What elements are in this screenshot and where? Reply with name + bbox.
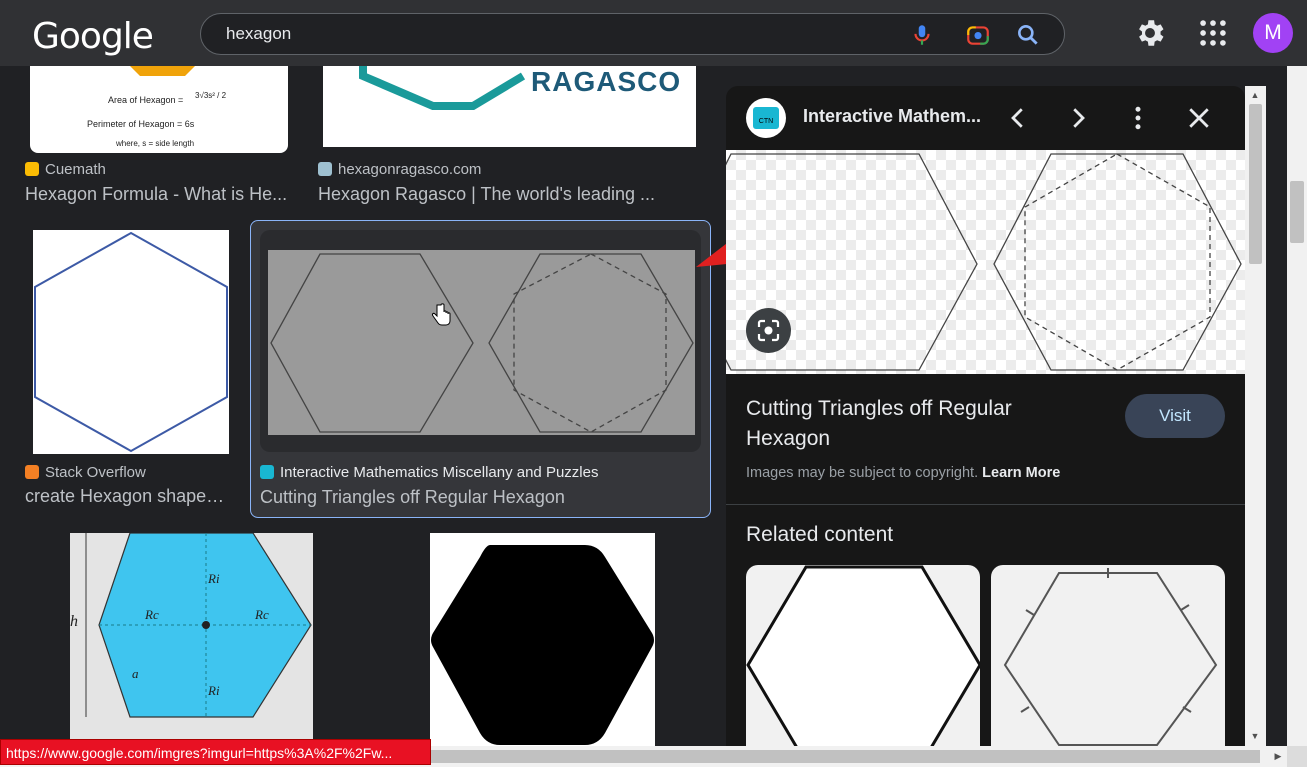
- ragasco-brand-text: RAGASCO: [531, 66, 682, 97]
- site-logo-text: CTN: [753, 107, 779, 129]
- source-label: Cuemath: [45, 161, 106, 178]
- result-title-ragasco[interactable]: Hexagon Ragasco | The world's leading ..…: [318, 184, 663, 205]
- result-thumbnail-cutting-triangles[interactable]: [268, 250, 695, 435]
- close-icon[interactable]: [1184, 103, 1214, 133]
- result-title-cuemath[interactable]: Hexagon Formula - What is He...: [25, 184, 290, 205]
- visit-button[interactable]: Visit: [1125, 394, 1225, 438]
- center-point: [202, 621, 210, 629]
- cuemath-favicon: [25, 162, 39, 176]
- next-chevron-icon[interactable]: [1063, 103, 1093, 133]
- hexagon-outline: [746, 565, 980, 746]
- panel-header: CTN Interactive Mathem...: [726, 86, 1245, 150]
- search-box[interactable]: [200, 13, 1065, 55]
- page-scrollbar-thumb[interactable]: [1290, 181, 1304, 243]
- hexagon-right: [993, 153, 1242, 371]
- label-h: h: [70, 613, 78, 630]
- label-a: a: [132, 666, 139, 681]
- related-item-1[interactable]: [746, 565, 980, 746]
- hexagon-dashed: [1024, 153, 1211, 371]
- result-thumbnail-black-hexagon[interactable]: [430, 533, 655, 746]
- result-thumbnail-stackoverflow[interactable]: [33, 230, 229, 454]
- hexagon-dashed: [513, 253, 667, 433]
- search-input[interactable]: [226, 22, 876, 46]
- scroll-right-icon[interactable]: ▶: [1273, 751, 1283, 761]
- panel-image-title[interactable]: Cutting Triangles off Regular Hexagon: [746, 394, 1076, 454]
- hexagon-fragment: [130, 66, 195, 76]
- related-item-2[interactable]: [991, 565, 1225, 746]
- apps-grid-icon[interactable]: [1196, 16, 1230, 50]
- result-thumbnail-cuemath[interactable]: Area of Hexagon = 3√3s² / 2 Perimeter of…: [30, 66, 288, 153]
- top-bar: Google M: [0, 0, 1307, 66]
- source-label: hexagonragasco.com: [338, 161, 482, 178]
- microphone-icon[interactable]: [909, 22, 935, 48]
- settings-gear-icon[interactable]: [1133, 16, 1167, 50]
- related-content-heading: Related content: [746, 523, 894, 546]
- label-ri-top: Ri: [208, 571, 220, 586]
- ragasco-logo-shape: [359, 66, 526, 110]
- lens-search-icon: [757, 319, 780, 342]
- result-source-cuemath[interactable]: Cuemath: [25, 161, 106, 178]
- result-source-stackoverflow[interactable]: Stack Overflow: [25, 464, 146, 481]
- result-thumbnail-ragasco[interactable]: RAGASCO: [323, 66, 696, 147]
- copyright-notice: Images may be subject to copyright. Lear…: [746, 465, 1060, 481]
- hexagon-left: [270, 253, 474, 433]
- google-logo[interactable]: Google: [32, 16, 154, 57]
- panel-scrollbar-thumb[interactable]: [1249, 104, 1262, 264]
- source-label: Interactive Mathematics Miscellany and P…: [280, 464, 599, 481]
- result-title-stackoverflow[interactable]: create Hexagon shape ...: [25, 486, 225, 507]
- formula-area-label: Area of Hexagon =: [108, 95, 184, 105]
- image-preview-panel: CTN Interactive Mathem... Cutting Triang…: [726, 86, 1245, 746]
- previous-chevron-icon[interactable]: [1003, 103, 1033, 133]
- panel-divider: [726, 504, 1245, 505]
- stackoverflow-favicon: [25, 465, 39, 479]
- label-ri-bottom: Ri: [208, 683, 220, 698]
- panel-scrollbar[interactable]: ▲ ▼: [1245, 86, 1266, 746]
- hexagon-ticked: [1003, 572, 1218, 746]
- account-avatar[interactable]: M: [1253, 13, 1293, 53]
- copyright-text: Images may be subject to copyright.: [746, 465, 979, 481]
- google-lens-icon[interactable]: [965, 22, 991, 48]
- hand-cursor-icon: [431, 303, 451, 326]
- result-title-imm[interactable]: Cutting Triangles off Regular Hexagon: [260, 487, 700, 508]
- result-card-selected[interactable]: Interactive Mathematics Miscellany and P…: [250, 220, 711, 518]
- label-rc-left: Rc: [145, 607, 159, 622]
- imm-favicon: [260, 465, 274, 479]
- scroll-up-icon[interactable]: ▲: [1250, 90, 1260, 100]
- formula-area-value: 3√3s² / 2: [195, 91, 227, 100]
- search-icon[interactable]: [1015, 22, 1041, 48]
- hexagon-black-rounded: [431, 545, 654, 745]
- hexagon-right: [488, 253, 694, 433]
- panel-site-name[interactable]: Interactive Mathem...: [803, 106, 981, 127]
- status-bar-url: https://www.google.com/imgres?imgurl=htt…: [0, 739, 431, 765]
- image-results-grid: Area of Hexagon = 3√3s² / 2 Perimeter of…: [0, 66, 720, 746]
- source-label: Stack Overflow: [45, 464, 146, 481]
- scroll-down-icon[interactable]: ▼: [1250, 731, 1260, 741]
- result-thumbnail-blue-hexagon[interactable]: h Ri Rc Rc a Ri: [70, 533, 313, 746]
- site-logo[interactable]: CTN: [746, 98, 786, 138]
- scrollbar-corner: [1287, 746, 1307, 767]
- formula-note: where, s = side length: [116, 139, 195, 148]
- result-source-ragasco[interactable]: hexagonragasco.com: [318, 161, 481, 178]
- visual-search-button[interactable]: [746, 308, 791, 353]
- ragasco-favicon: [318, 162, 332, 176]
- page-scrollbar[interactable]: [1287, 66, 1307, 746]
- hexagon-outline: [34, 231, 228, 453]
- more-options-icon[interactable]: [1123, 103, 1153, 133]
- learn-more-link[interactable]: Learn More: [982, 465, 1060, 481]
- formula-perimeter: Perimeter of Hexagon = 6s: [87, 119, 195, 129]
- result-source-imm[interactable]: Interactive Mathematics Miscellany and P…: [260, 464, 598, 481]
- panel-preview-image[interactable]: [726, 150, 1245, 374]
- label-rc-right: Rc: [255, 607, 269, 622]
